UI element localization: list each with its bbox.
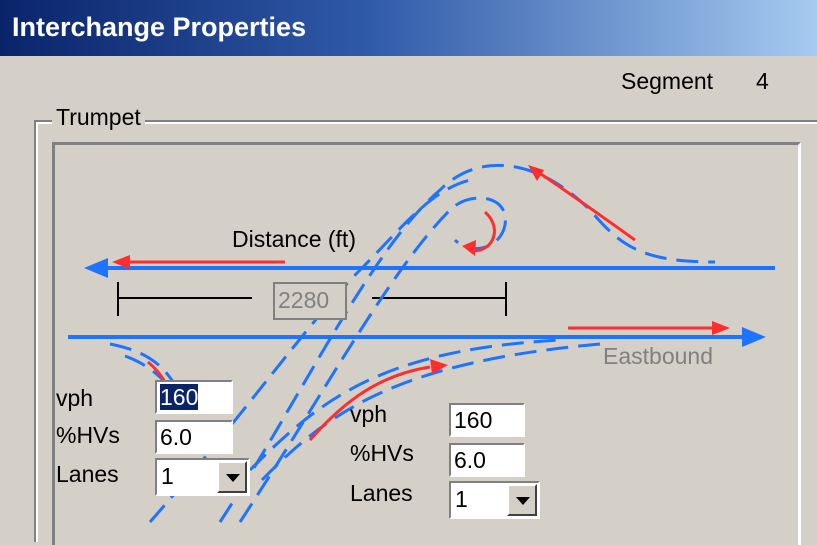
distance-field[interactable]: 2280 <box>273 282 347 320</box>
left-lanes-value: 1 <box>161 463 174 489</box>
left-hv-input[interactable]: 6.0 <box>155 420 233 454</box>
left-vph-label: vph <box>56 385 94 411</box>
eastbound-flow-arrow-icon <box>712 321 730 335</box>
eastbound-arrow-icon <box>742 327 766 347</box>
distance-label: Distance (ft) <box>232 226 356 252</box>
right-vph-label: vph <box>350 401 388 427</box>
left-lanes-label: Lanes <box>56 461 119 487</box>
chevron-down-icon[interactable] <box>217 461 247 493</box>
right-hv-label: %HVs <box>350 440 414 466</box>
westbound-arrow-icon <box>84 258 108 278</box>
left-vph-input[interactable]: 160 <box>155 380 233 414</box>
left-hv-label: %HVs <box>56 422 120 448</box>
left-lanes-select[interactable]: 1 <box>155 458 250 496</box>
right-lanes-label: Lanes <box>350 480 413 506</box>
right-lanes-select[interactable]: 1 <box>449 481 540 519</box>
right-vph-input[interactable]: 160 <box>449 403 525 437</box>
eastbound-label: Eastbound <box>603 343 713 369</box>
right-hv-input[interactable]: 6.0 <box>449 443 525 477</box>
right-lanes-value: 1 <box>455 486 468 512</box>
ramp-flow-arrow-icon <box>528 165 544 181</box>
ramp-flow-arrow-icon <box>462 240 476 256</box>
chevron-down-icon[interactable] <box>507 484 537 516</box>
